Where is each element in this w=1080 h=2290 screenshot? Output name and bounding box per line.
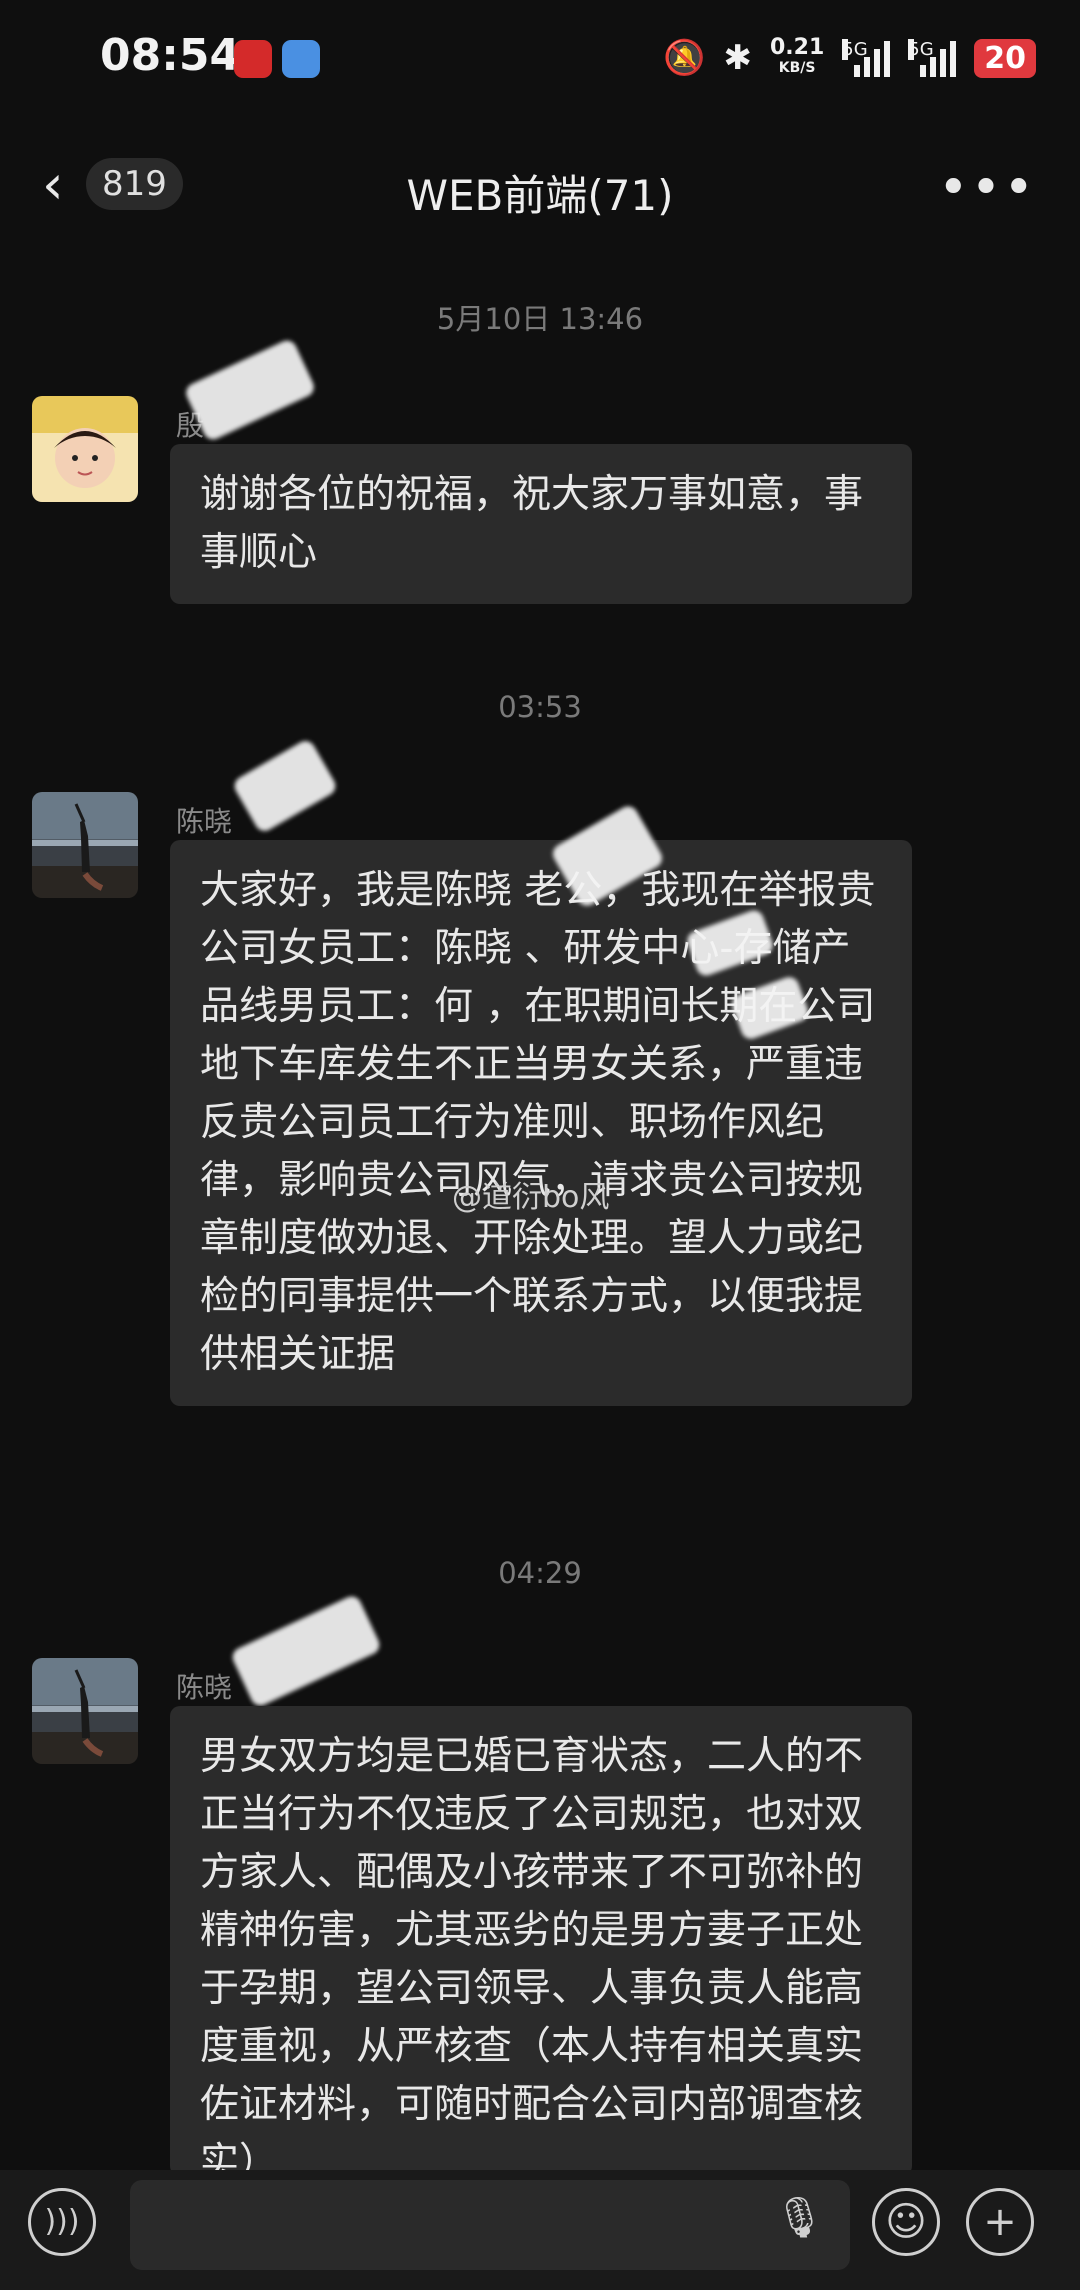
timestamp: 03:53 [498,690,582,724]
weather-icon [282,40,320,78]
signal-label: 5G [842,39,868,60]
signal-label: 5G [908,39,934,60]
network-speed: 0.21 KB/S [769,35,825,78]
more-icon[interactable]: ••• [938,158,1036,218]
input-bar: ))) 🎙 ☺ + [0,2170,1080,2290]
battery-icon: 20 [974,38,1036,78]
status-time: 08:54 [100,30,241,81]
plus-icon[interactable]: + [966,2188,1034,2256]
message-bubble[interactable]: 男女双方均是已婚已育状态，二人的不正当行为不仅违反了公司规范，也对双方家人、配偶… [170,1706,912,2176]
avatar[interactable] [32,792,138,898]
signal-icon: 5G [908,39,957,77]
avatar[interactable] [32,1658,138,1764]
sender-name: 陈晓 [176,805,233,838]
mic-icon[interactable]: 🎙 [774,2194,825,2241]
speed-unit: KB/S [778,60,816,76]
status-bar: 08:54 🔕 ✱ 0.21 KB/S 5G 5G 20 [0,0,1080,120]
china-merchants-bank-icon [234,40,272,78]
redaction-smudge [182,337,318,443]
status-icons: 🔕 ✱ 0.21 KB/S 5G 5G 20 [663,35,1036,78]
avatar[interactable] [32,396,138,502]
watermark: @道衍bo风 [452,1180,610,1215]
speed-value: 0.21 [769,35,825,60]
sender-name: 陈晓 [176,1671,233,1704]
bluetooth-icon: ✱ [723,38,752,78]
message-bubble[interactable]: 谢谢各位的祝福，祝大家万事如意，事事顺心 [170,444,912,604]
voice-icon[interactable]: ))) [28,2188,96,2256]
mute-icon: 🔕 [663,38,706,78]
timestamp: 04:29 [498,1556,582,1590]
signal-icon: 5G [842,39,891,77]
redaction-smudge [231,737,339,835]
message-input[interactable] [130,2180,850,2270]
redaction-smudge [229,1593,383,1709]
page-title: WEB前端(71) [406,171,674,220]
timestamp: 5月10日 13:46 [436,302,644,336]
message-bubble[interactable]: 大家好，我是陈晓 老公，我现在举报贵公司女员工：陈晓 、研发中心-存储产品线男员… [170,840,912,1406]
emoji-icon[interactable]: ☺ [872,2188,940,2256]
chat-header: ‹ 819 WEB前端(71) ••• [0,140,1080,230]
